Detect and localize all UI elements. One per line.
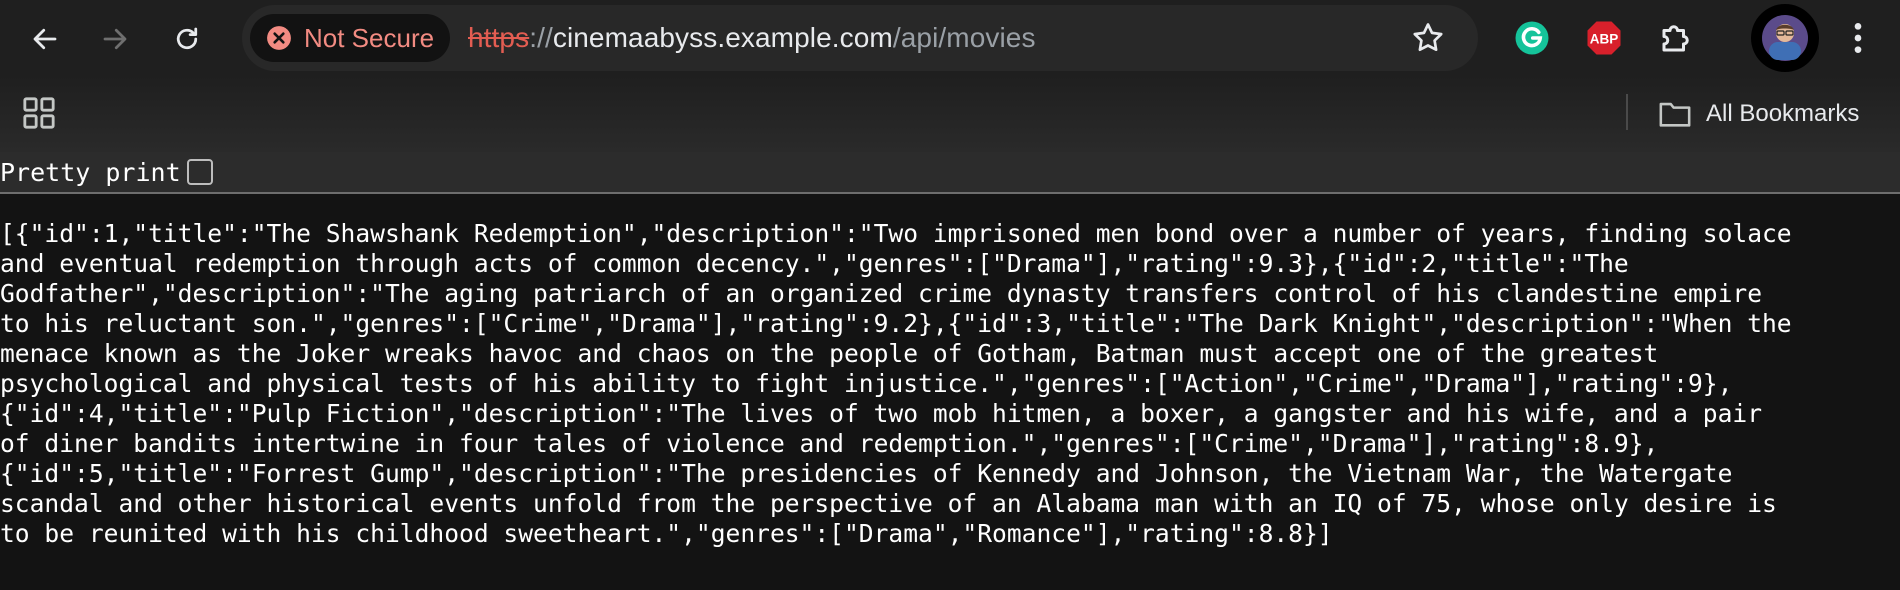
grammarly-icon xyxy=(1515,21,1549,55)
reload-icon xyxy=(176,27,198,50)
adblock-plus-icon: ABP xyxy=(1587,21,1621,55)
json-response-body: [{"id":1,"title":"The Shawshank Redempti… xyxy=(0,219,1792,548)
adblock-plus-label: ABP xyxy=(1590,31,1619,46)
back-arrow-icon xyxy=(33,28,57,50)
security-indicator-chip[interactable]: Not Secure xyxy=(250,14,450,62)
url-text[interactable]: https://cinemaabyss.example.com/api/movi… xyxy=(468,22,1036,54)
url-path: /api/movies xyxy=(892,22,1036,53)
back-button[interactable] xyxy=(20,14,70,64)
avatar-icon xyxy=(1762,15,1808,61)
extensions-puzzle-icon xyxy=(1662,25,1689,52)
forward-arrow-icon xyxy=(103,28,127,50)
url-separator: :// xyxy=(529,22,553,53)
pretty-print-label: Pretty print xyxy=(0,157,181,187)
extensions-button[interactable] xyxy=(1656,18,1696,58)
all-bookmarks-label: All Bookmarks xyxy=(1706,100,1860,127)
pretty-print-bar: Pretty print xyxy=(0,152,1900,194)
address-bar[interactable]: Not Secure https://cinemaabyss.example.c… xyxy=(242,5,1478,71)
browser-toolbar: Not Secure https://cinemaabyss.example.c… xyxy=(0,0,1900,76)
bookmarks-bar: All Bookmarks xyxy=(0,76,1900,152)
bookmarks-divider xyxy=(1626,94,1628,130)
profile-avatar-button[interactable] xyxy=(1751,4,1819,72)
apps-grid-icon[interactable] xyxy=(22,96,56,130)
adblock-plus-extension-button[interactable]: ABP xyxy=(1584,18,1624,58)
forward-button[interactable] xyxy=(90,14,140,64)
bookmark-star-icon[interactable] xyxy=(1410,20,1446,56)
all-bookmarks-button[interactable]: All Bookmarks xyxy=(1658,90,1859,138)
not-secure-icon xyxy=(267,26,291,50)
folder-icon xyxy=(1659,102,1691,127)
security-label: Not Secure xyxy=(304,22,435,53)
url-scheme: https xyxy=(468,22,530,53)
url-host: cinemaabyss.example.com xyxy=(552,22,893,53)
reload-button[interactable] xyxy=(162,14,212,64)
browser-menu-icon[interactable] xyxy=(1838,18,1878,58)
pretty-print-checkbox[interactable] xyxy=(186,159,213,185)
grammarly-extension-button[interactable] xyxy=(1512,18,1552,58)
